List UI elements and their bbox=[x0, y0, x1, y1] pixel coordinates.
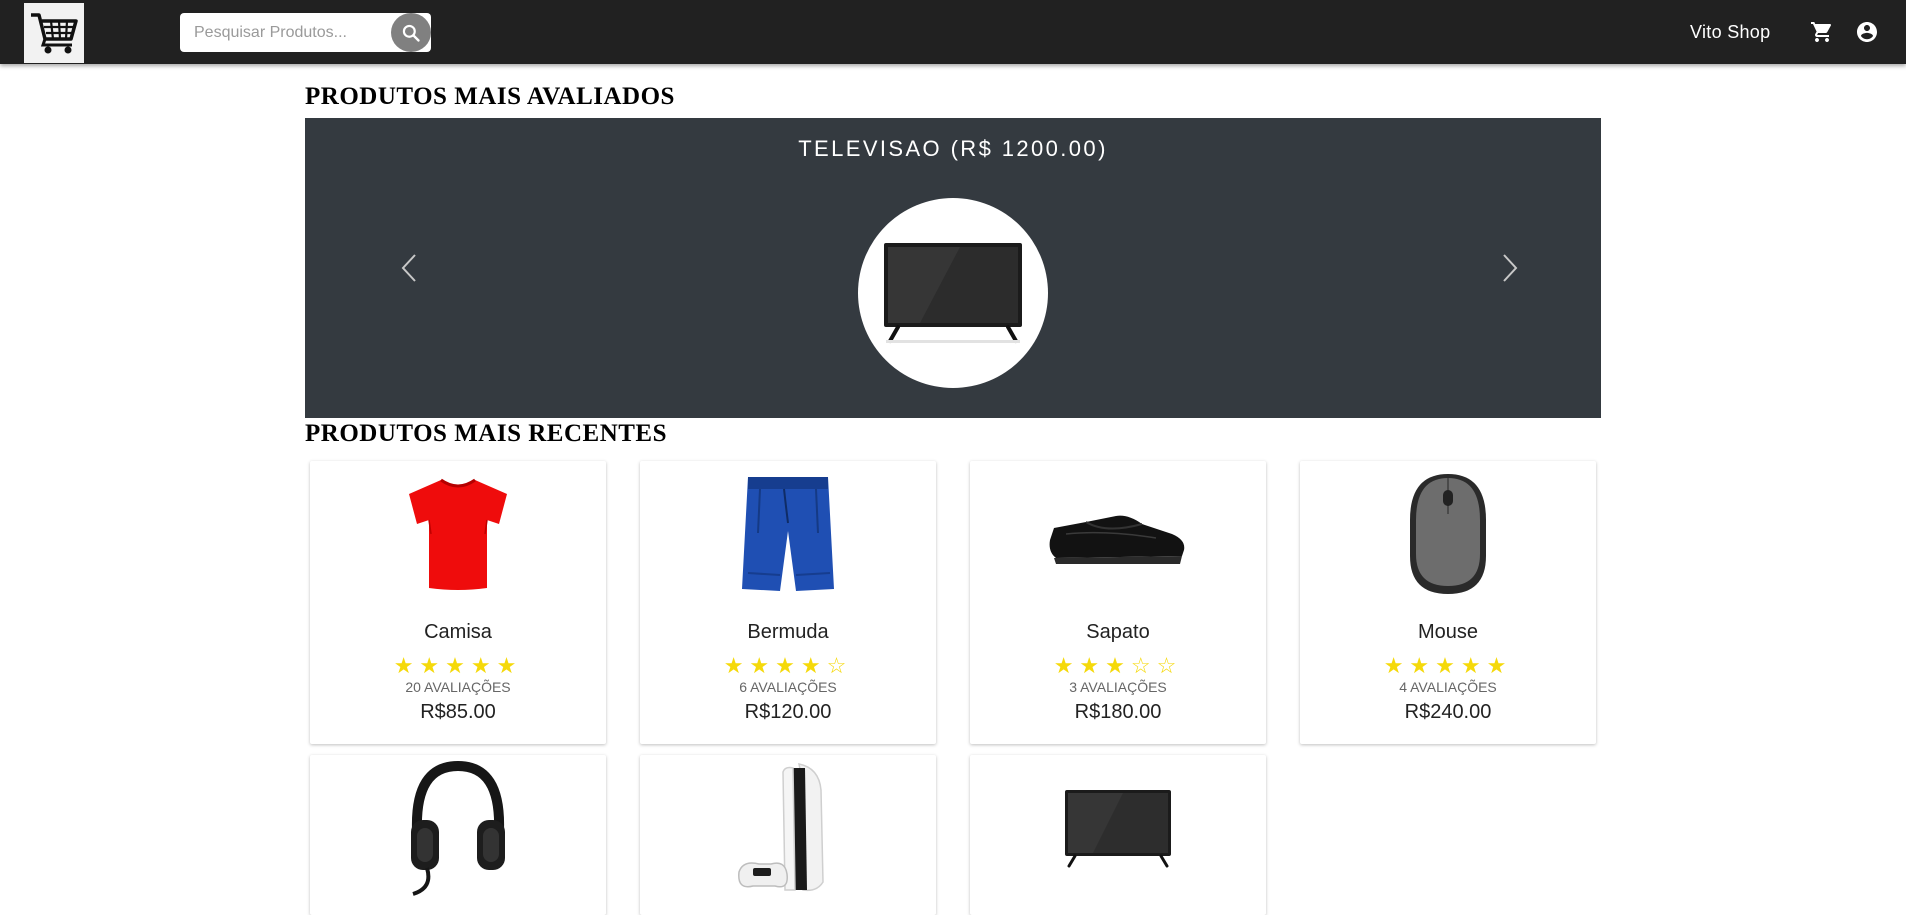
product-card[interactable]: Camisa ★★★★★ 20 AVALIAÇÕES R$85.00 bbox=[310, 461, 606, 744]
product-image[interactable] bbox=[640, 763, 936, 893]
product-card[interactable] bbox=[640, 755, 936, 915]
product-price: R$85.00 bbox=[420, 701, 496, 723]
rating-stars: ★★★★★ bbox=[393, 653, 523, 678]
product-price: R$180.00 bbox=[1074, 701, 1162, 723]
product-card[interactable] bbox=[310, 755, 606, 915]
product-image[interactable] bbox=[1300, 469, 1596, 599]
product-name[interactable]: Camisa bbox=[310, 621, 606, 644]
search-bar bbox=[180, 13, 431, 52]
account-circle-icon bbox=[1857, 22, 1877, 42]
television-image bbox=[1065, 790, 1171, 868]
product-price: R$240.00 bbox=[1404, 701, 1492, 723]
product-price: R$120.00 bbox=[744, 701, 832, 723]
product-card[interactable]: Sapato ★★★☆☆ 3 AVALIAÇÕES R$180.00 bbox=[970, 461, 1266, 744]
search-button[interactable] bbox=[391, 13, 431, 52]
app-header: Vito Shop bbox=[0, 0, 1906, 64]
product-image[interactable] bbox=[310, 469, 606, 599]
chevron-right-icon bbox=[1503, 254, 1518, 282]
television-image bbox=[884, 243, 1022, 343]
black-shoe-image bbox=[1049, 515, 1185, 564]
product-name[interactable]: Sapato bbox=[970, 621, 1266, 644]
product-image[interactable] bbox=[310, 760, 606, 896]
product-name[interactable]: Bermuda bbox=[640, 621, 936, 644]
product-card[interactable]: Bermuda ★★★★☆ 6 AVALIAÇÕES R$120.00 bbox=[640, 461, 936, 744]
product-image[interactable] bbox=[640, 469, 936, 599]
account-button[interactable] bbox=[1853, 18, 1881, 46]
review-count: 4 AVALIAÇÕES bbox=[1399, 679, 1497, 695]
product-name[interactable]: Mouse bbox=[1300, 621, 1596, 644]
search-icon bbox=[402, 24, 420, 42]
product-card[interactable] bbox=[970, 755, 1266, 915]
review-count: 6 AVALIAÇÕES bbox=[739, 679, 837, 695]
game-console-image bbox=[738, 763, 824, 892]
carousel-product-image[interactable] bbox=[858, 198, 1048, 388]
product-image[interactable] bbox=[970, 763, 1266, 893]
rating-stars: ★★★☆☆ bbox=[1053, 653, 1183, 678]
top-rated-title: PRODUTOS MAIS AVALIADOS bbox=[305, 83, 675, 110]
shopping-cart-logo[interactable] bbox=[24, 3, 84, 63]
brand-link[interactable]: Vito Shop bbox=[1690, 20, 1770, 44]
blue-shorts-image bbox=[742, 477, 834, 591]
review-count: 20 AVALIAÇÕES bbox=[405, 679, 511, 695]
carousel-caption[interactable]: TELEVISAO (R$ 1200.00) bbox=[305, 136, 1601, 162]
product-card[interactable]: Mouse ★★★★★ 4 AVALIAÇÕES R$240.00 bbox=[1300, 461, 1596, 744]
red-tshirt-image bbox=[409, 478, 507, 590]
headset-image bbox=[411, 760, 505, 896]
product-image[interactable] bbox=[970, 469, 1266, 599]
carousel-prev-button[interactable] bbox=[389, 248, 429, 288]
chevron-left-icon bbox=[401, 254, 416, 282]
recent-title: PRODUTOS MAIS RECENTES bbox=[305, 420, 668, 447]
gray-mouse-image bbox=[1410, 474, 1486, 594]
cart-button[interactable] bbox=[1808, 18, 1836, 46]
top-rated-carousel: TELEVISAO (R$ 1200.00) bbox=[305, 118, 1601, 418]
rating-stars: ★★★★★ bbox=[1383, 653, 1513, 678]
carousel-next-button[interactable] bbox=[1490, 248, 1530, 288]
search-input[interactable] bbox=[194, 13, 384, 52]
rating-stars: ★★★★☆ bbox=[723, 653, 853, 678]
cart-icon bbox=[1811, 22, 1832, 42]
review-count: 3 AVALIAÇÕES bbox=[1069, 679, 1167, 695]
